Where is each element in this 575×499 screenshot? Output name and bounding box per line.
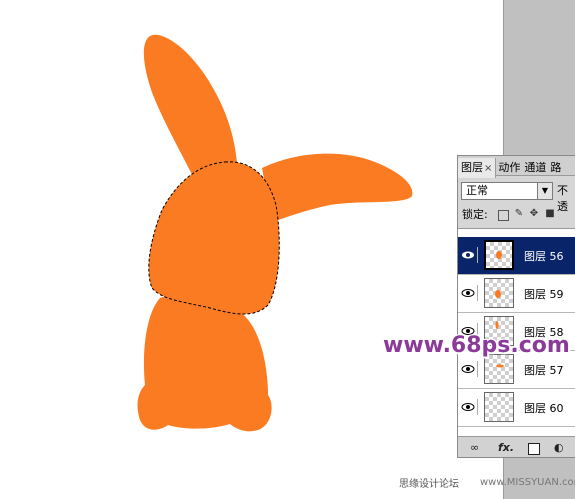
- layer-name: 图层 60: [524, 402, 564, 415]
- document-canvas[interactable]: [0, 0, 503, 499]
- eye-icon[interactable]: [461, 247, 478, 263]
- layer-row[interactable]: 图层 59: [458, 275, 575, 313]
- panel-tabs: 图层× 动作 通道路: [458, 156, 575, 179]
- blend-row: 正常 ▼ 不透: [461, 182, 575, 213]
- mask-icon[interactable]: [528, 443, 540, 455]
- right-ear: [262, 153, 413, 222]
- tab-paths[interactable]: 路: [548, 158, 563, 178]
- close-icon[interactable]: ×: [484, 159, 492, 179]
- lock-icon[interactable]: ■: [544, 208, 556, 220]
- watermark: www.68ps.com: [383, 333, 570, 358]
- blend-mode-select[interactable]: 正常 ▼: [461, 182, 553, 200]
- tab-actions[interactable]: 动作: [496, 158, 522, 178]
- footer-site: www.MISSYUAN.com: [480, 477, 575, 488]
- body: [137, 295, 272, 432]
- layer-thumbnail: [484, 278, 514, 308]
- layer-name: 图层 56: [524, 250, 564, 263]
- rabbit-shape: [137, 34, 413, 432]
- fx-icon[interactable]: fx.: [498, 441, 514, 455]
- tab-layers[interactable]: 图层×: [458, 158, 497, 179]
- blend-mode-value: 正常: [466, 184, 488, 197]
- eye-icon[interactable]: [461, 399, 478, 415]
- layer-name: 图层 59: [524, 288, 564, 301]
- layer-list: 图层 56 图层 59 图层 58 图层 57 图层 60: [458, 228, 575, 436]
- lock-transparent-icon[interactable]: [498, 210, 509, 221]
- rabbit-silhouette: [137, 34, 413, 432]
- lock-row: 锁定: ✎ ✥ ■: [462, 206, 575, 224]
- eye-icon[interactable]: [461, 285, 478, 301]
- tab-channels[interactable]: 通道: [522, 158, 548, 178]
- layer-thumbnail: [484, 240, 514, 270]
- eye-icon[interactable]: [461, 361, 478, 377]
- layer-thumbnail: [484, 354, 514, 384]
- footer-text: 思缘设计论坛: [399, 479, 459, 490]
- move-icon[interactable]: ✥: [528, 208, 540, 220]
- brush-icon[interactable]: ✎: [513, 208, 525, 220]
- layer-name: 图层 57: [524, 364, 564, 377]
- chevron-down-icon[interactable]: ▼: [537, 183, 552, 199]
- link-icon[interactable]: ∞: [470, 441, 479, 455]
- layer-row[interactable]: 图层 60: [458, 389, 575, 427]
- tab-layers-label: 图层: [461, 161, 483, 174]
- adjustment-icon[interactable]: ◐: [554, 441, 564, 455]
- lock-label: 锁定:: [462, 208, 488, 221]
- layer-row[interactable]: 图层 56: [458, 237, 575, 275]
- layers-panel: 图层× 动作 通道路 正常 ▼ 不透 锁定: ✎ ✥ ■ 图层 56 图层 59 图…: [457, 155, 575, 458]
- head: [148, 161, 280, 314]
- panel-bottom-bar: ∞ fx. ◐: [458, 436, 575, 457]
- layer-thumbnail: [484, 392, 514, 422]
